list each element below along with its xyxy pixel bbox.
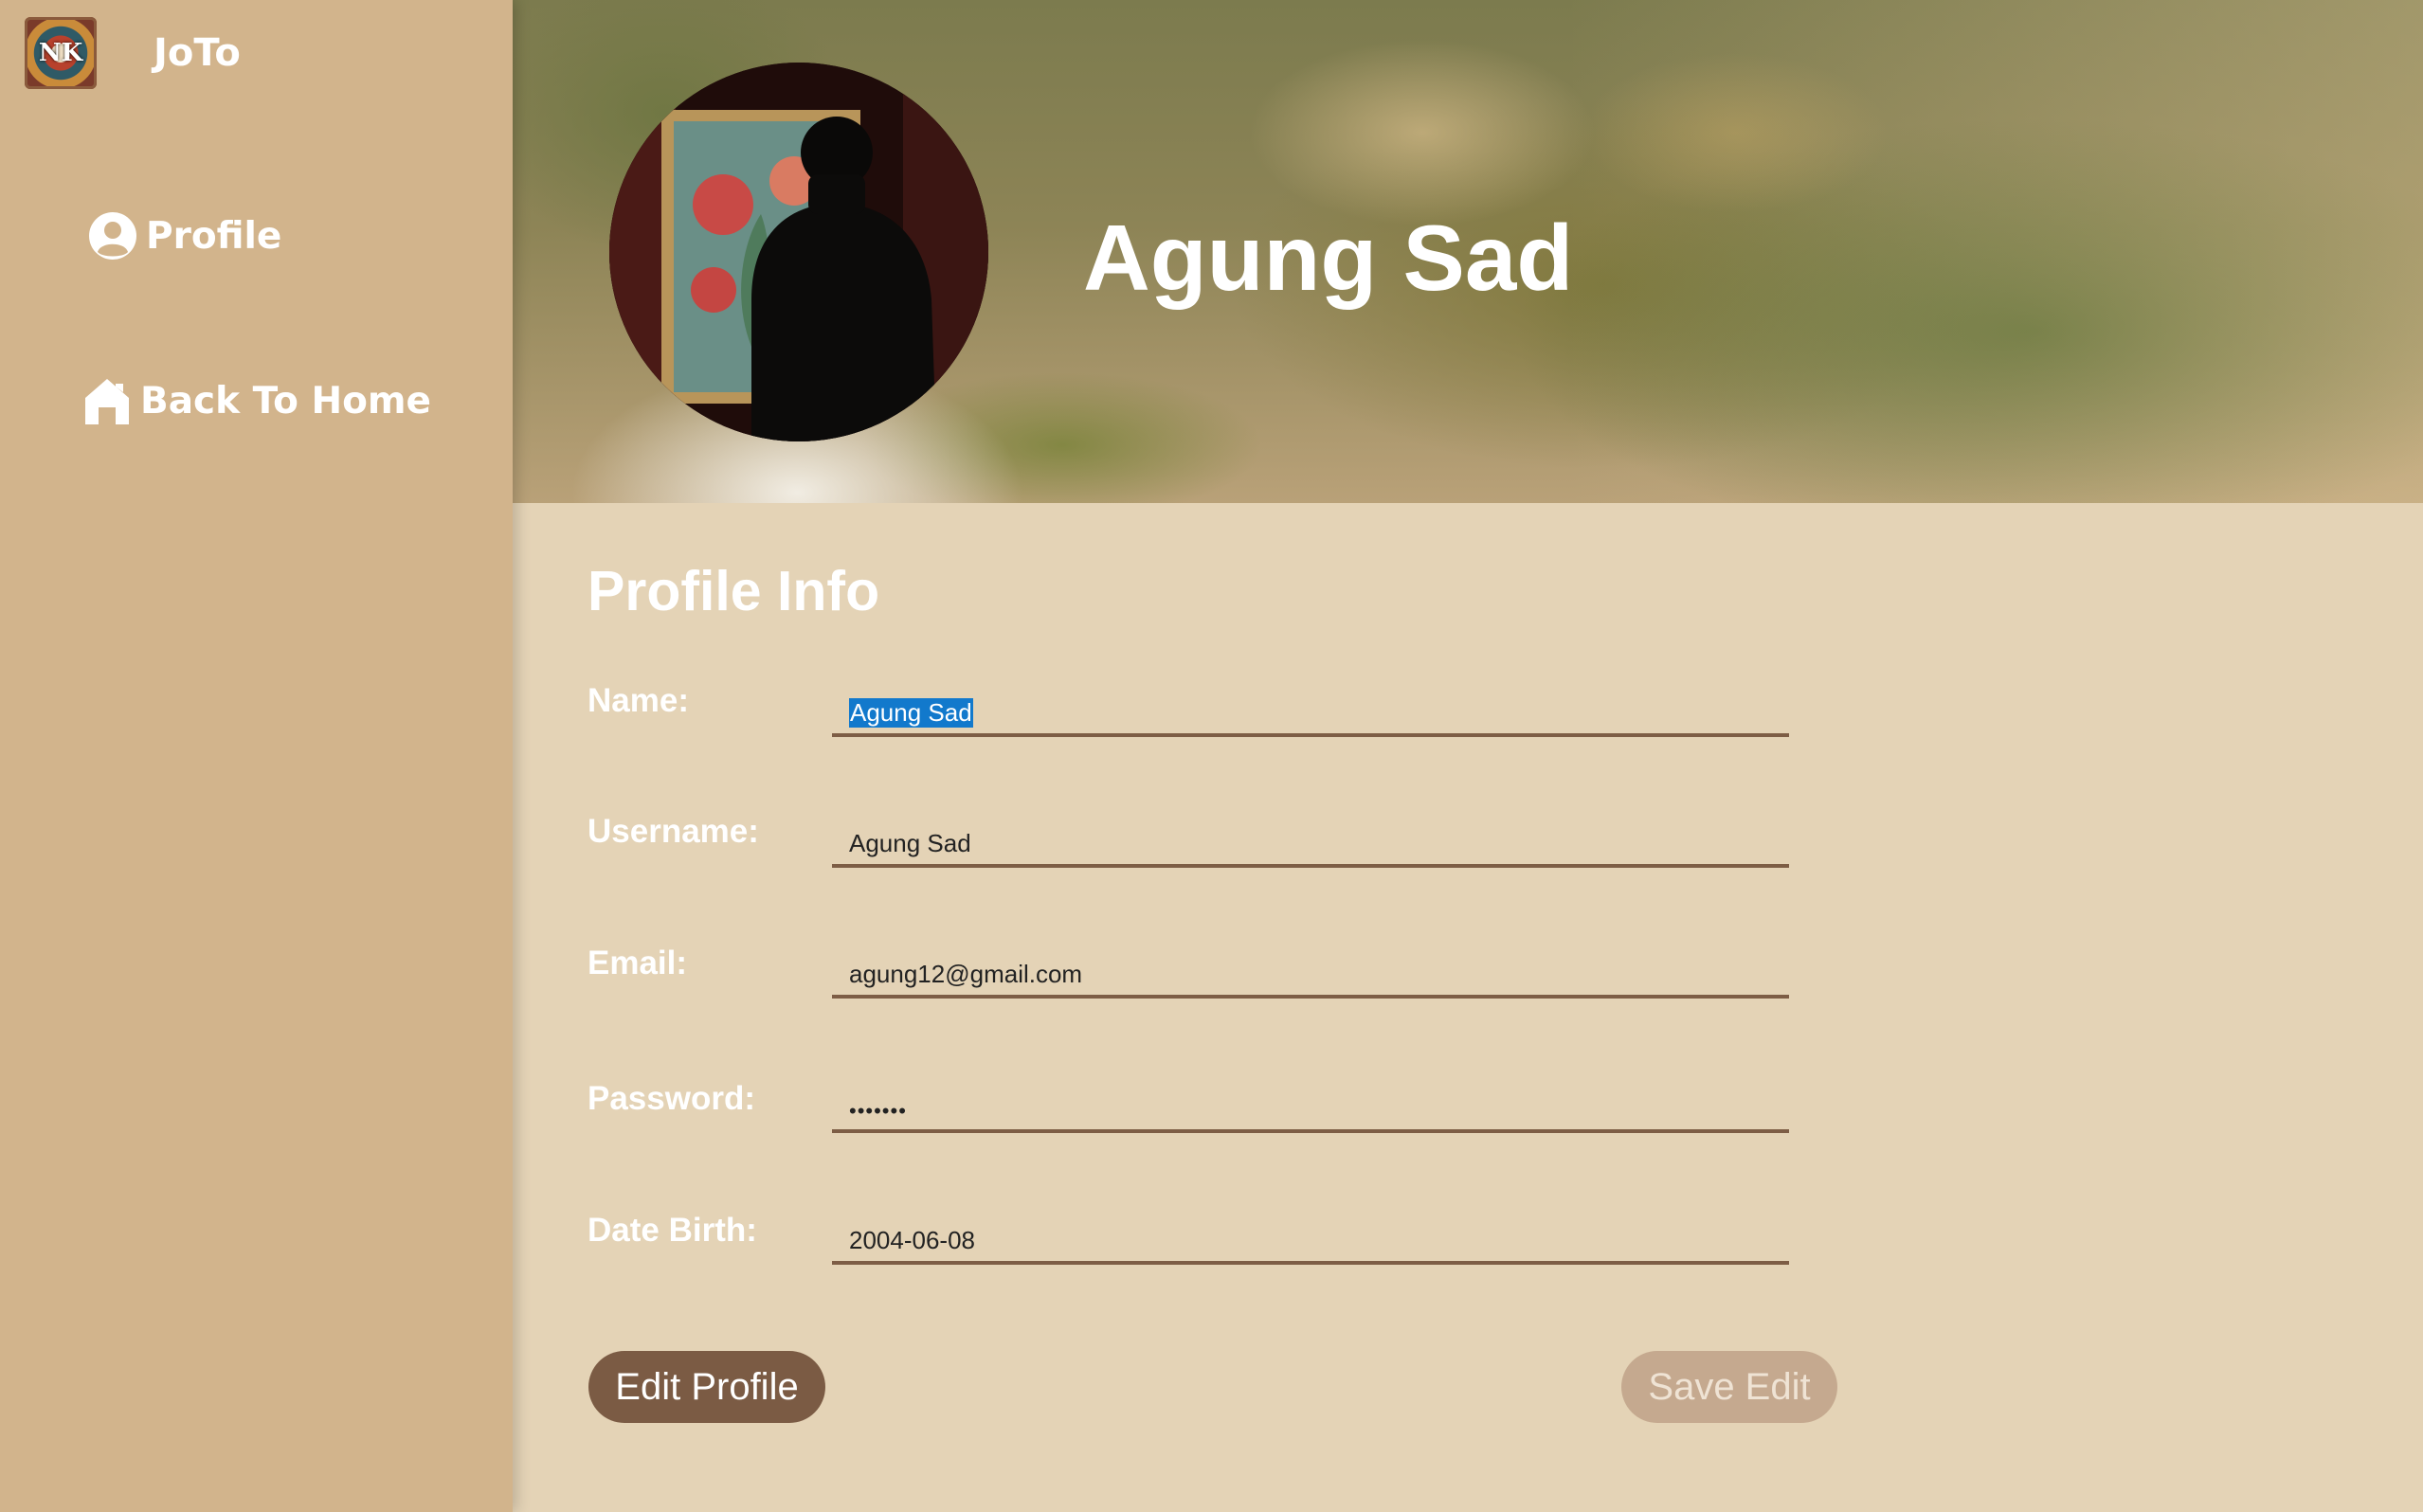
sidebar-item-label: Profile <box>146 214 282 258</box>
email-label: Email: <box>588 945 688 981</box>
user-circle-icon <box>89 212 136 260</box>
password-value: ••••••• <box>849 1099 907 1123</box>
name-input[interactable]: Agung Sad <box>832 675 1789 737</box>
date-birth-label: Date Birth: <box>588 1212 757 1249</box>
username-value: Agung Sad <box>849 829 971 857</box>
name-value-selected: Agung Sad <box>849 698 973 728</box>
email-input[interactable]: agung12@gmail.com <box>832 936 1789 999</box>
app-title: JoTo <box>154 31 241 75</box>
app-logo: NK <box>25 17 97 89</box>
profile-display-name: Agung Sad <box>1083 206 1574 310</box>
password-input[interactable]: ••••••• <box>832 1071 1789 1133</box>
brand: NK JoTo <box>25 17 241 89</box>
avatar-image <box>609 63 988 441</box>
home-icon <box>85 379 129 424</box>
sidebar-item-back-to-home[interactable]: Back To Home <box>81 375 431 426</box>
username-input[interactable]: Agung Sad <box>832 805 1789 868</box>
date-birth-input[interactable]: 2004-06-08 <box>832 1202 1789 1265</box>
edit-profile-button[interactable]: Edit Profile <box>588 1351 825 1423</box>
date-birth-value: 2004-06-08 <box>849 1226 975 1254</box>
avatar[interactable] <box>609 63 988 441</box>
profile-banner: Agung Sad <box>513 0 2423 503</box>
save-edit-button[interactable]: Save Edit <box>1621 1351 1837 1423</box>
email-value: agung12@gmail.com <box>849 960 1083 988</box>
sidebar: NK JoTo Profile Back To Home <box>0 0 513 1512</box>
password-label: Password: <box>588 1080 755 1117</box>
logo-text: NK <box>38 39 83 67</box>
section-title: Profile Info <box>588 560 880 622</box>
sidebar-item-label: Back To Home <box>140 379 431 423</box>
username-label: Username: <box>588 813 759 850</box>
name-label: Name: <box>588 682 689 719</box>
sidebar-item-profile[interactable]: Profile <box>87 210 281 261</box>
